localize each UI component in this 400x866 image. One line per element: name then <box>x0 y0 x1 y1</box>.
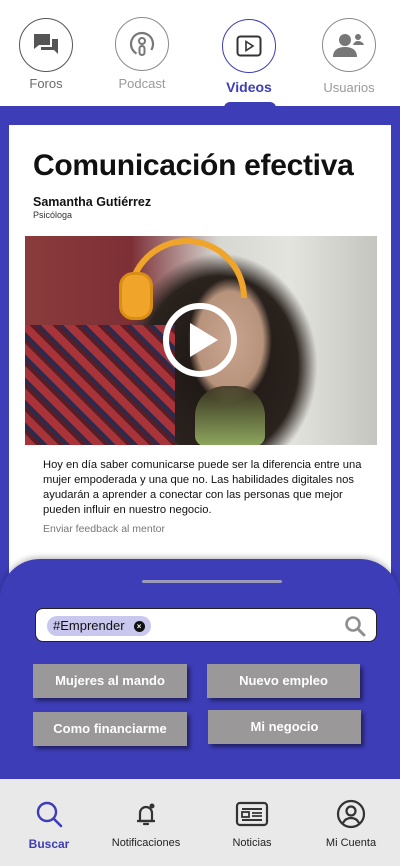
users-icon <box>322 18 376 72</box>
tab-videos[interactable]: Videos <box>199 0 299 106</box>
search-input[interactable]: #Emprender × <box>35 608 377 642</box>
search-icon <box>36 801 63 828</box>
nav-mi-cuenta-label: Mi Cuenta <box>325 837 377 849</box>
author-name: Samantha Gutiérrez <box>33 195 152 209</box>
play-icon[interactable] <box>163 303 237 377</box>
video-player[interactable] <box>25 236 377 445</box>
account-icon <box>336 799 366 829</box>
search-tag-chip[interactable]: #Emprender × <box>47 616 151 636</box>
search-tag-label: #Emprender <box>53 618 125 633</box>
category-nuevo-empleo[interactable]: Nuevo empleo <box>207 664 360 698</box>
search-sheet: #Emprender × Mujeres al mando Nuevo empl… <box>0 559 400 781</box>
video-description: Hoy en día saber comunicarse puede ser l… <box>43 459 362 516</box>
podcast-icon <box>115 17 169 71</box>
category-como-financiarme[interactable]: Como financiarme <box>33 712 187 746</box>
tab-foros-label: Foros <box>29 76 63 91</box>
video-play-icon <box>222 19 276 73</box>
nav-noticias-label: Noticias <box>232 837 272 849</box>
category-mujeres-al-mando[interactable]: Mujeres al mando <box>33 664 187 698</box>
nav-buscar-label: Buscar <box>28 837 70 851</box>
search-icon[interactable] <box>344 615 366 637</box>
video-thumbnail-hair <box>195 386 265 445</box>
bottom-nav: Buscar Notificaciones Noticias Mi Cuenta <box>0 779 400 866</box>
sheet-drag-handle[interactable] <box>142 580 282 583</box>
category-mi-negocio[interactable]: Mi negocio <box>208 710 361 744</box>
nav-noticias[interactable]: Noticias <box>204 779 300 866</box>
video-thumbnail-shirt <box>25 325 175 445</box>
header-divider <box>0 106 400 112</box>
news-icon <box>235 801 269 827</box>
author-role: Psicóloga <box>33 210 73 220</box>
video-title: Comunicación efectiva <box>33 149 354 182</box>
video-card: Comunicación efectiva Samantha Gutiérrez… <box>9 125 391 585</box>
close-icon[interactable]: × <box>133 621 145 632</box>
nav-notificaciones-label: Notificaciones <box>111 837 181 849</box>
tab-foros[interactable]: Foros <box>0 0 96 106</box>
nav-mi-cuenta[interactable]: Mi Cuenta <box>302 779 400 866</box>
bell-icon <box>137 803 155 826</box>
tab-usuarios[interactable]: Usuarios <box>299 0 399 106</box>
nav-notificaciones[interactable]: Notificaciones <box>98 779 194 866</box>
active-tab-indicator <box>224 102 276 110</box>
video-thumbnail-headphone <box>119 272 153 320</box>
forum-icon <box>19 18 73 72</box>
top-tab-bar: Foros Podcast Videos Usuarios <box>0 0 400 106</box>
feedback-link[interactable]: Enviar feedback al mentor <box>43 523 165 535</box>
tab-podcast-label: Podcast <box>118 76 166 91</box>
tab-usuarios-label: Usuarios <box>323 80 375 95</box>
tab-videos-label: Videos <box>226 79 272 95</box>
tab-podcast[interactable]: Podcast <box>92 0 192 106</box>
nav-buscar[interactable]: Buscar <box>0 779 98 866</box>
